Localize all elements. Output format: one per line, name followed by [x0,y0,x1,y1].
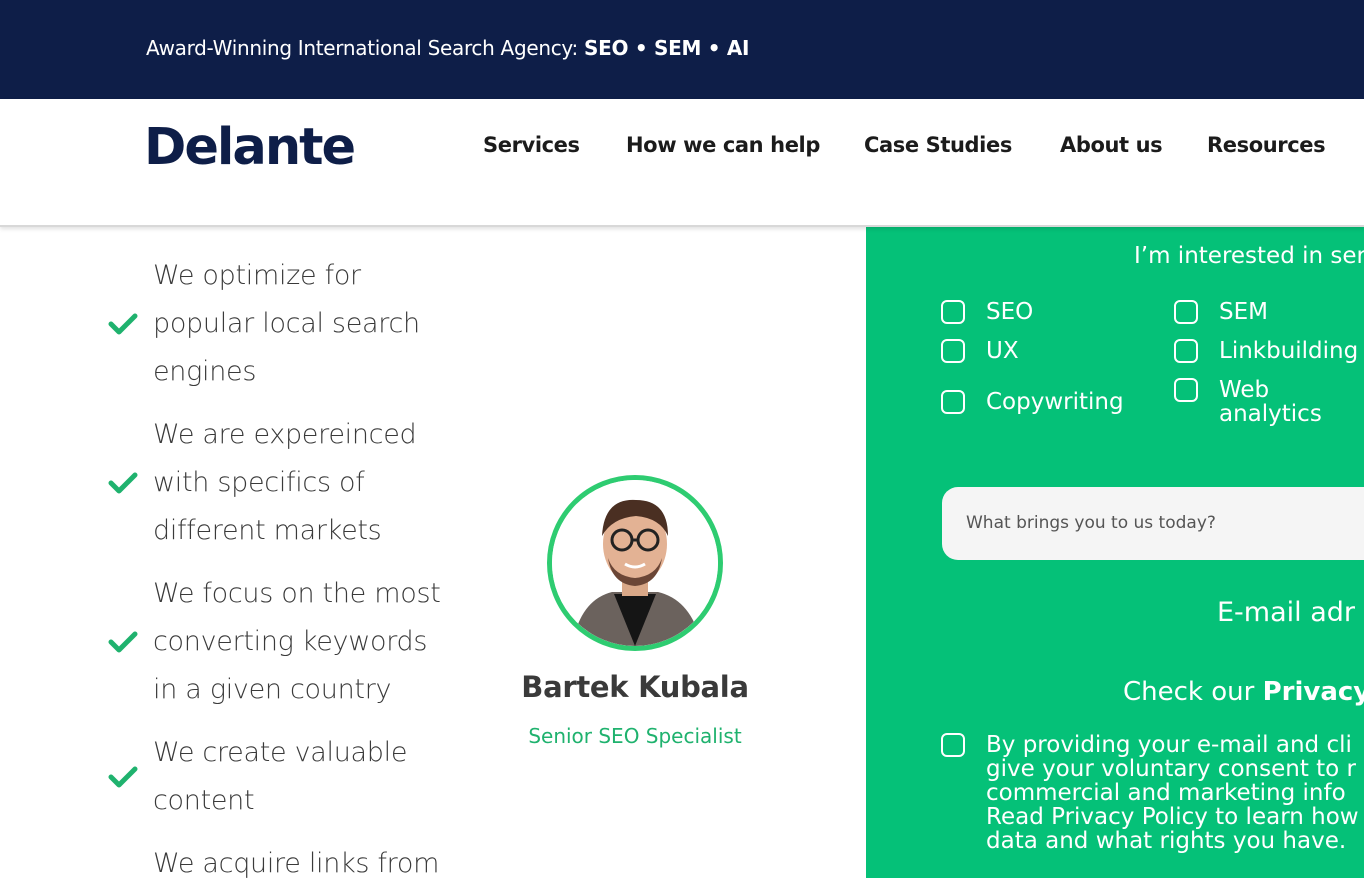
form-heading: I’m interested in ser [1134,243,1364,269]
checkbox-copywriting[interactable] [941,390,965,414]
checkbox-linkbuilding[interactable] [1174,339,1198,363]
checkbox-label-sem: SEM [1219,299,1268,325]
checkbox-label-web-analytics: Web analytics [1219,377,1322,427]
message-textarea[interactable]: What brings you to us today? [942,487,1364,560]
feature-text: We focus on the most converting keywords… [153,578,441,705]
privacy-prefix: Check our [1123,677,1263,707]
email-label: E-mail adr [1217,597,1356,628]
nav-case-studies[interactable]: Case Studies [864,133,1012,157]
checkbox-label-linkbuilding: Linkbuilding [1219,338,1359,364]
checkbox-web-analytics[interactable] [1174,378,1198,402]
checkbox-label-ux: UX [986,338,1019,364]
nav-services[interactable]: Services [483,133,580,157]
feature-text: We optimize for popular local search eng… [153,260,420,387]
privacy-link[interactable]: Privacy [1263,677,1364,707]
main-nav: Services How we can help Case Studies Ab… [0,133,1364,163]
feature-text: We are expereinced with specifics of dif… [153,419,417,546]
checkbox-seo[interactable] [941,300,965,324]
tagline-services: SEO • SEM • AI [584,36,750,60]
consent-text: By providing your e-mail and cli give yo… [986,732,1359,854]
tagline-prefix: Award-Winning International Search Agenc… [146,36,584,60]
feature-text: We create valuable content [153,737,408,816]
checkbox-ux[interactable] [941,339,965,363]
checkbox-label-seo: SEO [986,299,1034,325]
check-icon [108,631,138,653]
nav-about-us[interactable]: About us [1060,133,1163,157]
specialist-name: Bartek Kubala [521,670,749,704]
agency-tagline: Award-Winning International Search Agenc… [146,36,749,60]
check-icon [108,313,138,335]
check-icon [108,766,138,788]
specialist-photo [552,480,718,646]
feature-text: We acquire links from [153,848,440,878]
check-icon [108,472,138,494]
consent-checkbox[interactable] [941,733,965,757]
site-header: Delante Services How we can help Case St… [0,99,1364,227]
contact-form-panel: I’m interested in ser SEO SEM UX Linkbui… [866,227,1364,878]
top-announcement-bar: Award-Winning International Search Agenc… [0,0,1364,99]
nav-resources[interactable]: Resources [1207,133,1326,157]
specialist-avatar [547,475,723,651]
privacy-notice: Check our Privacy [1123,677,1364,707]
checkbox-sem[interactable] [1174,300,1198,324]
specialist-role: Senior SEO Specialist [528,724,742,748]
nav-how-we-can-help[interactable]: How we can help [626,133,820,157]
checkbox-label-copywriting: Copywriting [986,389,1124,415]
